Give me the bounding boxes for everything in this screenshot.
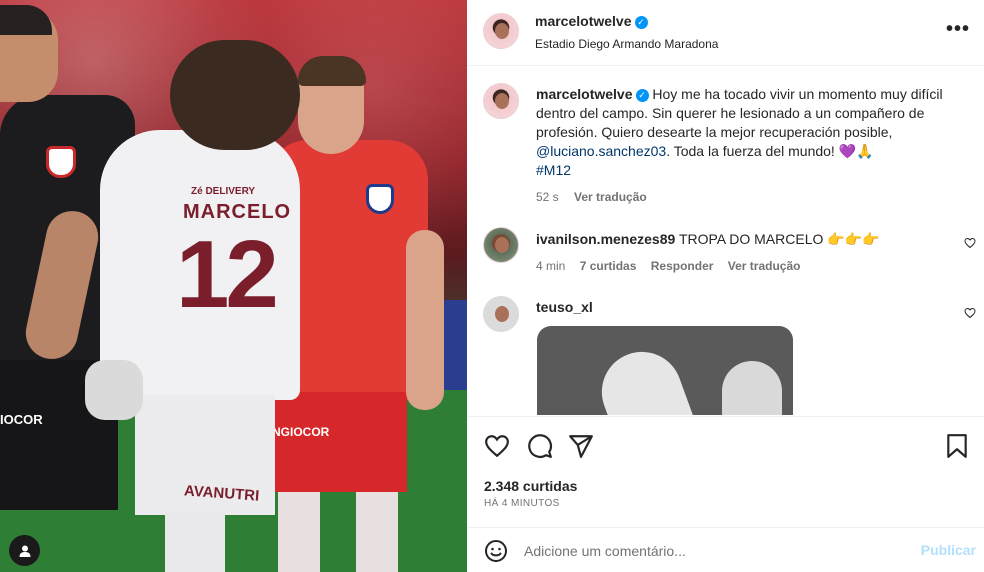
comment-text: TROPA DO MARCELO 👉👉👉 — [678, 231, 880, 247]
jersey-sponsor: Zé DELIVERY — [191, 186, 256, 197]
bookmark-icon — [947, 434, 967, 458]
comment-username[interactable]: teuso_xl — [536, 299, 593, 315]
emoji-button[interactable] — [484, 539, 508, 563]
save-button[interactable] — [944, 433, 970, 459]
comment-like-button[interactable] — [964, 307, 976, 319]
comment-likes[interactable]: 7 curtidas — [580, 259, 637, 273]
add-comment-bar: Publicar — [467, 527, 984, 572]
red-player-hair — [298, 56, 366, 86]
comment-gif[interactable] — [537, 326, 793, 415]
red-player-arm — [406, 230, 444, 410]
comment-reply-button[interactable]: Responder — [651, 259, 714, 273]
red-shorts-text: NGIOCOR — [272, 425, 330, 439]
like-button[interactable] — [484, 433, 510, 459]
caption-meta: 52 s Ver tradução — [536, 188, 966, 207]
comments-section[interactable]: marcelotwelve ✓ Hoy me ha tocado vivir un… — [467, 67, 984, 415]
goalkeeper-shorts-text: IOCOR — [0, 412, 43, 427]
user-tag-button[interactable] — [9, 535, 40, 566]
more-options-button[interactable]: ••• — [946, 18, 970, 41]
caption: marcelotwelve ✓ Hoy me ha tocado vivir un… — [536, 85, 966, 207]
caption-username[interactable]: marcelotwelve — [536, 86, 633, 102]
heart-icon — [485, 435, 509, 458]
post-details-panel: marcelotwelve ✓ Estadio Diego Armando Mar… — [467, 0, 984, 572]
caption-text-part2: . Toda la fuerza del mundo! 💜🙏 — [666, 143, 874, 159]
verified-badge-icon: ✓ — [635, 89, 649, 102]
caption-time[interactable]: 52 s — [536, 190, 559, 204]
red-player-crest — [366, 184, 394, 214]
comment-avatar[interactable] — [483, 227, 519, 263]
caption-mention-link[interactable]: @luciano.sanchez03 — [536, 143, 666, 159]
heart-outline-icon — [964, 237, 976, 249]
marcelo-hair — [170, 40, 300, 150]
red-player-shorts — [272, 392, 407, 492]
comment-item: teuso_xl — [536, 299, 593, 317]
comment-meta: 4 min 7 curtidas Responder Ver tradução — [536, 257, 956, 275]
red-player-sock-left — [278, 492, 320, 572]
comment-time[interactable]: 4 min — [536, 259, 565, 273]
user-icon — [19, 545, 30, 557]
verified-badge-icon: ✓ — [634, 16, 648, 29]
post-header: marcelotwelve ✓ Estadio Diego Armando Mar… — [467, 0, 984, 66]
caption-hashtag-link[interactable]: #M12 — [536, 162, 571, 178]
gif-shape — [722, 361, 782, 415]
goalkeeper-crest — [46, 146, 76, 178]
comment-button[interactable] — [527, 433, 553, 459]
author-info: marcelotwelve ✓ Estadio Diego Armando Mar… — [535, 13, 718, 51]
gif-shape — [590, 340, 704, 415]
caption-avatar[interactable] — [483, 83, 519, 119]
comment-like-button[interactable] — [964, 237, 976, 249]
author-avatar[interactable] — [483, 13, 519, 49]
post-time[interactable]: HÁ 4 MINUTOS — [484, 498, 560, 509]
red-player-sock-right — [356, 492, 398, 572]
share-button[interactable] — [568, 433, 594, 459]
comment-translate-button[interactable]: Ver tradução — [728, 259, 801, 273]
emoji-icon — [485, 540, 507, 562]
send-icon — [569, 435, 593, 458]
comment-avatar-default[interactable] — [483, 296, 519, 332]
comment-username[interactable]: ivanilson.menezes89 — [536, 231, 675, 247]
marcelo-sock — [165, 512, 225, 572]
heart-outline-icon — [964, 307, 976, 319]
post-actions: 2.348 curtidas HÁ 4 MINUTOS — [467, 416, 984, 526]
caption-translate-button[interactable]: Ver tradução — [574, 190, 647, 204]
comment-item: ivanilson.menezes89 TROPA DO MARCELO 👉👉👉… — [536, 230, 956, 275]
more-horizontal-icon: ••• — [945, 18, 970, 40]
author-username[interactable]: marcelotwelve — [535, 13, 632, 29]
likes-count[interactable]: 2.348 curtidas — [484, 478, 577, 494]
comment-icon — [528, 434, 552, 458]
post-photo[interactable]: IOCOR NGIOCOR Zé DELIVERY MARCELO 12 AVA… — [0, 0, 467, 572]
post-location[interactable]: Estadio Diego Armando Maradona — [535, 37, 718, 51]
goalkeeper-glove — [85, 360, 143, 420]
publish-button[interactable]: Publicar — [921, 542, 976, 558]
jersey-number: 12 — [176, 221, 279, 328]
comment-input[interactable] — [524, 540, 904, 562]
